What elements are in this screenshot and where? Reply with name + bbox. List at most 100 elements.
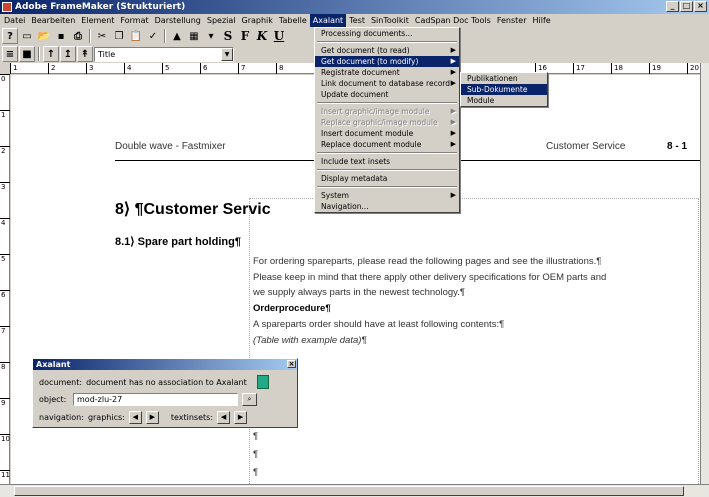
empty-paragraph[interactable]: ¶	[253, 431, 258, 442]
menu-bearbeiten[interactable]: Bearbeiten	[28, 14, 78, 27]
ruler-tick: 1	[0, 110, 10, 120]
cut-icon[interactable]: ✂	[94, 28, 110, 44]
menu-item-processing-documents[interactable]: Processing documents...	[315, 28, 459, 39]
tab-stop-center-icon[interactable]: ↥	[60, 46, 76, 62]
menu-item-get-document-to-read[interactable]: Get document (to read) ▶	[315, 45, 459, 56]
palette-title: Axalant	[36, 360, 71, 369]
menu-item-registrate-document[interactable]: Registrate document ▶	[315, 67, 459, 78]
chevron-down-icon[interactable]: ▼	[221, 47, 233, 61]
menu-axalant[interactable]: Axalant	[309, 14, 347, 27]
menu-hilfe[interactable]: Hilfe	[530, 14, 554, 27]
copy-icon[interactable]: ❐	[111, 28, 127, 44]
submenu-arrow-icon: ▶	[450, 46, 456, 54]
ruler-tick: 9	[0, 398, 10, 408]
maximize-button[interactable]: □	[680, 1, 693, 12]
framemaker-app-icon[interactable]	[2, 2, 12, 12]
menu-tabelle[interactable]: Tabelle	[276, 14, 310, 27]
object-field[interactable]: mod-zlu-27	[73, 393, 238, 406]
menu-item-label: Processing documents...	[321, 29, 413, 38]
minimize-button[interactable]: _	[666, 1, 679, 12]
save-icon[interactable]: ▪	[53, 28, 69, 44]
menu-item-system[interactable]: System ▶	[315, 190, 459, 201]
paragraph-heading[interactable]: Orderprocedure¶	[253, 303, 331, 314]
menu-item-replace-document-module[interactable]: Replace document module ▶	[315, 139, 459, 150]
new-document-icon[interactable]: ▭	[19, 28, 35, 44]
ruler-tick: 4	[0, 218, 10, 228]
toolbar-separator	[38, 47, 40, 61]
textinsets-prev-button[interactable]: ◀	[217, 411, 231, 424]
bold-button[interactable]: S	[220, 28, 236, 44]
menu-spezial[interactable]: Spezial	[204, 14, 239, 27]
paste-icon[interactable]: 📋	[128, 28, 144, 44]
paragraph[interactable]: A spareparts order should have at least …	[253, 319, 504, 330]
graphics-next-button[interactable]: ▶	[145, 411, 159, 424]
menu-format[interactable]: Format	[117, 14, 151, 27]
search-icon[interactable]: ⌕	[242, 393, 257, 406]
database-link-icon[interactable]	[256, 375, 269, 389]
menu-cadspan-doc-tools[interactable]: CadSpan Doc Tools	[412, 14, 494, 27]
axalant-menu: Processing documents... Get document (to …	[314, 27, 460, 213]
paragraph[interactable]: (Table with example data)¶	[253, 335, 367, 346]
paragraph[interactable]: we supply always parts in the newest tec…	[253, 287, 465, 298]
menu-item-insert-document-module[interactable]: Insert document module ▶	[315, 128, 459, 139]
ruler-tick: 6	[0, 290, 10, 300]
menu-element[interactable]: Element	[78, 14, 117, 27]
italic-button[interactable]: K	[254, 28, 270, 44]
ruler-tick: 5	[162, 63, 169, 74]
submenu-item-module[interactable]: Module	[461, 95, 547, 106]
menu-fenster[interactable]: Fenster	[494, 14, 530, 27]
spellcheck-icon[interactable]: ✓	[145, 28, 161, 44]
submenu-item-sub-dokumente[interactable]: Sub-Dokumente	[461, 84, 547, 95]
tab-stop-right-icon[interactable]: ↟	[77, 46, 93, 62]
tab-stop-left-icon[interactable]: ↑	[43, 46, 59, 62]
menu-item-link-document-to-database-record[interactable]: Link document to database record ▶	[315, 78, 459, 89]
table-icon[interactable]: ▦	[186, 28, 202, 44]
underline-button[interactable]: U	[271, 28, 287, 44]
paragraph-style-select[interactable]: Title ▼	[94, 46, 234, 62]
close-icon[interactable]: ×	[287, 360, 296, 368]
menu-item-label: System	[321, 191, 349, 200]
menu-datei[interactable]: Datei	[1, 14, 28, 27]
menu-item-label: Display metadata	[321, 174, 388, 183]
ruler-tick: 8	[276, 63, 283, 74]
graphics-prev-button[interactable]: ◀	[128, 411, 142, 424]
textinsets-next-button[interactable]: ▶	[234, 411, 248, 424]
font-button[interactable]: F	[237, 28, 253, 44]
menu-item-navigation[interactable]: Navigation...	[315, 201, 459, 212]
menu-item-update-document[interactable]: Update document	[315, 89, 459, 100]
open-folder-icon[interactable]: 📂	[36, 28, 52, 44]
menu-item-get-document-to-modify[interactable]: Get document (to modify) ▶	[315, 56, 459, 67]
submenu-arrow-icon: ▶	[450, 79, 456, 87]
scrollbar-thumb[interactable]	[14, 486, 684, 496]
arrow-up-icon[interactable]: ▲	[169, 28, 185, 44]
section-heading[interactable]: 8.1⟩ Spare part holding¶	[115, 235, 241, 248]
menu-item-include-text-insets[interactable]: Include text insets	[315, 156, 459, 167]
menu-test[interactable]: Test	[346, 14, 368, 27]
submenu-item-publikationen[interactable]: Publikationen	[461, 73, 547, 84]
submenu-arrow-icon: ▶	[450, 68, 456, 76]
empty-paragraph[interactable]: ¶	[253, 467, 258, 478]
menu-item-label: Get document (to read)	[321, 46, 410, 55]
empty-paragraph[interactable]: ¶	[253, 449, 258, 460]
chapter-heading[interactable]: 8⟩ ¶Customer Servic	[115, 199, 271, 219]
help-icon[interactable]: ?	[2, 28, 18, 44]
menu-item-label: Update document	[321, 90, 389, 99]
menu-graphik[interactable]: Graphik	[239, 14, 276, 27]
close-button[interactable]: ×	[694, 1, 707, 12]
menu-darstellung[interactable]: Darstellung	[152, 14, 204, 27]
align-left-icon[interactable]: ≡	[2, 46, 18, 62]
ruler-tick: 17	[573, 63, 585, 74]
textinsets-label: textinsets:	[170, 413, 214, 422]
align-justify-icon[interactable]: ■	[19, 46, 35, 62]
menu-item-display-metadata[interactable]: Display metadata	[315, 173, 459, 184]
horizontal-scrollbar[interactable]	[0, 484, 709, 497]
dropdown-icon[interactable]: ▾	[203, 28, 219, 44]
ruler-tick: 2	[0, 146, 10, 156]
ruler-tick: 3	[86, 63, 93, 74]
paragraph[interactable]: For ordering spareparts, please read the…	[253, 256, 601, 267]
paragraph[interactable]: Please keep in mind that there apply oth…	[253, 272, 606, 283]
menu-sintoolkit[interactable]: SinToolkit	[368, 14, 412, 27]
vertical-scrollbar[interactable]	[700, 63, 709, 484]
palette-title-bar[interactable]: Axalant ×	[33, 359, 297, 370]
print-icon[interactable]: ⎙	[70, 28, 86, 44]
